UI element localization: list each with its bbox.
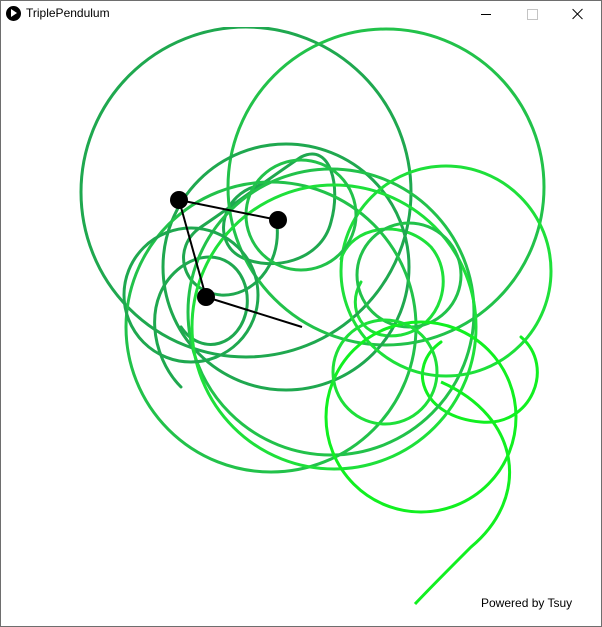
pendulum-drawing (79, 27, 553, 606)
maximize-icon (526, 8, 538, 20)
app-window: TriplePendulum Powered by Tsuy (0, 0, 602, 627)
title-bar[interactable]: TriplePendulum (1, 1, 601, 27)
trail-loop (226, 27, 546, 347)
bob-1[interactable] (197, 288, 215, 306)
sketch-canvas[interactable]: Powered by Tsuy (1, 27, 601, 626)
window-title: TriplePendulum (26, 6, 110, 20)
close-icon (572, 8, 584, 20)
minimize-button[interactable] (463, 1, 509, 27)
close-button[interactable] (555, 1, 601, 27)
trail-circles (79, 27, 553, 514)
footer-credit: Powered by Tsuy (481, 596, 573, 610)
bob-3[interactable] (269, 211, 287, 229)
trail-loop (186, 167, 476, 457)
trail-loop (244, 158, 358, 272)
minimize-icon (481, 13, 491, 15)
maximize-button[interactable] (509, 1, 555, 27)
app-icon (6, 6, 21, 21)
bob-2[interactable] (170, 191, 188, 209)
trail-segment (421, 335, 539, 424)
